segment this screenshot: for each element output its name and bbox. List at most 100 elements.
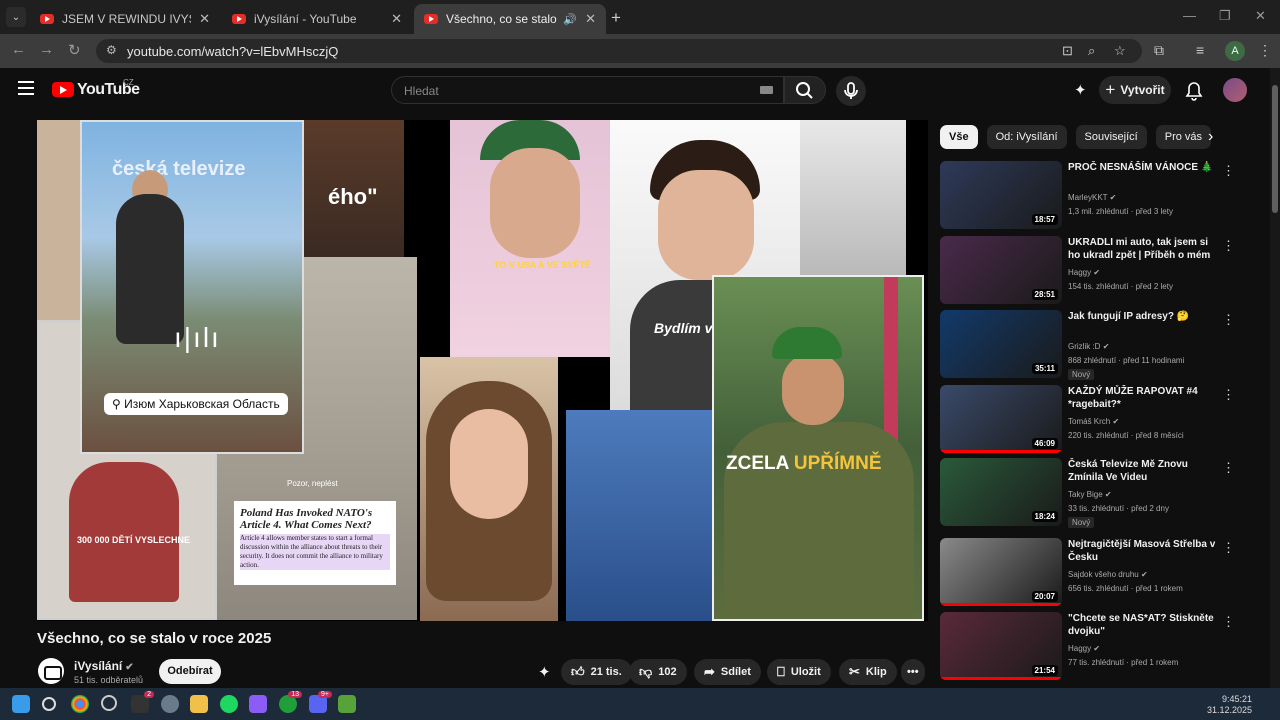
system-clock[interactable]: 9:45:21 31.12.2025 (1200, 694, 1252, 716)
tab-search-icon[interactable]: ⌄ (6, 7, 26, 27)
browser-tab-3-active[interactable]: Všechno, co se stalo v roce 🔊 ✕ (414, 4, 606, 34)
clip-button[interactable]: ✂ Klip (839, 659, 897, 685)
account-avatar[interactable] (1223, 78, 1247, 102)
recommendation-channel[interactable]: MarleyKKT ✔ (1068, 193, 1116, 202)
more-options-icon[interactable]: ⋮ (1222, 387, 1235, 403)
channel-name[interactable]: iVysílání ✔ (74, 659, 134, 673)
chip-for-you[interactable]: Pro vás (1155, 125, 1212, 149)
chip-related[interactable]: Související (1075, 125, 1147, 149)
address-bar[interactable]: ⚙ youtube.com/watch?v=lEbvMHsczjQ ⊡ ⌕ ☆ (96, 39, 1142, 63)
save-button[interactable]: ⎕ Uložit (767, 659, 831, 685)
scrollbar-thumb[interactable] (1272, 85, 1278, 213)
app-icon[interactable] (249, 695, 267, 713)
browser-tab-1[interactable]: JSEM V REWINDU IVYSÍLÁNÍ!!! - ✕ (30, 4, 220, 34)
search-icon[interactable] (42, 697, 56, 711)
video-thumbnail[interactable]: 28:51 (940, 236, 1062, 304)
close-window-icon[interactable]: ✕ (1255, 8, 1266, 24)
video-thumbnail[interactable]: 35:11 (940, 310, 1062, 378)
recommendation-channel[interactable]: Grizlik :D ✔ (1068, 342, 1109, 351)
more-options-icon[interactable]: ⋮ (1222, 163, 1235, 179)
close-tab-icon[interactable]: ✕ (391, 11, 402, 27)
discord-icon[interactable]: 9+ (309, 691, 332, 713)
video-player[interactable]: 300 000 DĚTÍ VYSLECHNE Pozor, neplést Po… (37, 120, 928, 621)
recommendation-item[interactable]: 28:51 UKRADLI mi auto, tak jsem si ho ukr… (940, 236, 1262, 304)
minecraft-icon[interactable] (338, 695, 356, 713)
media-control-icon[interactable]: ≡ (1196, 42, 1204, 58)
reload-icon[interactable]: ↻ (68, 41, 81, 59)
voice-search-button[interactable] (836, 76, 866, 106)
channel-avatar[interactable] (38, 658, 64, 684)
spotify-icon[interactable] (220, 695, 238, 713)
like-button[interactable]: 👍︎ 21 tis. (561, 659, 632, 685)
ai-sparkle-icon[interactable]: ✦ (1074, 81, 1087, 99)
verified-check-icon: ✔ (1093, 644, 1101, 653)
share-button[interactable]: ➦ Sdílet (694, 659, 761, 685)
xbox-icon[interactable]: 13 (279, 691, 302, 713)
create-button[interactable]: + Vytvořit (1099, 76, 1171, 104)
recommendation-channel[interactable]: Taky Bige ✔ (1068, 490, 1112, 499)
recommendation-item[interactable]: 21:54 "Chcete se NAS*AT? Stiskněte dvojku… (940, 612, 1262, 680)
steam-icon[interactable] (101, 695, 117, 711)
recommendation-title[interactable]: PROČ NESNÁŠÍM VÁNOCE 🎄 (1068, 161, 1216, 174)
install-app-icon[interactable]: ⊡ (1062, 43, 1073, 59)
more-options-icon[interactable]: ⋮ (1222, 238, 1235, 254)
ask-ai-icon[interactable]: ✦ (538, 663, 551, 681)
hamburger-menu-icon[interactable] (18, 81, 34, 95)
minimize-icon[interactable]: — (1183, 8, 1196, 23)
recommendation-channel[interactable]: Sajdok všeho druhu ✔ (1068, 570, 1148, 579)
file-explorer-icon[interactable] (190, 695, 208, 713)
video-thumbnail[interactable]: 18:57 (940, 161, 1062, 229)
youtube-logo-icon[interactable] (52, 82, 74, 97)
recommendation-channel[interactable]: Haggy ✔ (1068, 268, 1100, 277)
recommendation-channel[interactable]: Haggy ✔ (1068, 644, 1100, 653)
recommendation-title[interactable]: Jak fungují IP adresy? 🤔 (1068, 310, 1216, 323)
recommendation-title[interactable]: Česká Televize Mě Znovu Zmínila Ve Videu (1068, 458, 1216, 484)
recommendation-channel[interactable]: Tomáš Krch ✔ (1068, 417, 1119, 426)
windows-start-icon[interactable] (12, 695, 30, 713)
search-input[interactable]: Hledat (391, 76, 784, 104)
close-tab-icon[interactable]: ✕ (585, 11, 596, 27)
recommendation-item[interactable]: 35:11 Jak fungují IP adresy? 🤔 Grizlik :D … (940, 310, 1262, 380)
recommendation-item[interactable]: 46:09 KAŽDÝ MŮŽE RAPOVAT #4 *ragebait?* To… (940, 385, 1262, 453)
new-tab-button[interactable]: + (611, 8, 621, 28)
browser-tab-2[interactable]: iVysílání - YouTube ✕ (222, 4, 412, 34)
chrome-icon[interactable] (71, 695, 89, 713)
close-tab-icon[interactable]: ✕ (199, 11, 210, 27)
more-options-icon[interactable]: ⋮ (1222, 540, 1235, 556)
profile-avatar[interactable]: A (1225, 41, 1245, 61)
back-icon[interactable]: ← (11, 41, 26, 58)
dislike-button[interactable]: 👎︎ 102 (629, 659, 687, 685)
maximize-icon[interactable]: ❐ (1219, 8, 1231, 24)
recommendation-item[interactable]: 20:07 Nejtragičtější Masová Střelba v Čes… (940, 538, 1262, 606)
chip-all[interactable]: Vše (940, 125, 978, 149)
notifications-bell-icon[interactable] (1185, 81, 1203, 101)
search-button[interactable] (784, 76, 826, 104)
video-thumbnail[interactable]: 20:07 (940, 538, 1062, 606)
subscribe-button[interactable]: Odebírat (159, 659, 221, 684)
recommendation-item[interactable]: 18:24 Česká Televize Mě Znovu Zmínila Ve … (940, 458, 1262, 528)
recommendation-title[interactable]: KAŽDÝ MŮŽE RAPOVAT #4 *ragebait?* (1068, 385, 1216, 411)
menu-dots-icon[interactable]: ⋮ (1258, 42, 1272, 59)
settings-gear-icon[interactable] (161, 695, 179, 713)
extensions-icon[interactable]: ⧉ (1154, 42, 1164, 59)
site-info-icon[interactable]: ⚙ (106, 43, 117, 57)
recommendation-title[interactable]: Nejtragičtější Masová Střelba v Česku (1068, 538, 1216, 564)
chip-from-channel[interactable]: Od: iVysílání (986, 125, 1067, 149)
keyboard-icon[interactable] (760, 86, 773, 94)
zoom-icon[interactable]: ⌕ (1088, 43, 1095, 59)
more-options-icon[interactable]: ⋮ (1222, 312, 1235, 328)
video-thumbnail[interactable]: 18:24 (940, 458, 1062, 526)
recommendation-title[interactable]: "Chcete se NAS*AT? Stiskněte dvojku" (1068, 612, 1216, 638)
speaker-icon[interactable]: 🔊 (563, 13, 577, 26)
more-options-icon[interactable]: ⋮ (1222, 460, 1235, 476)
recommendation-item[interactable]: 18:57 PROČ NESNÁŠÍM VÁNOCE 🎄 MarleyKKT ✔ 1,… (940, 161, 1262, 229)
video-thumbnail[interactable]: 46:09 (940, 385, 1062, 453)
notification-app-icon[interactable]: 2 (131, 691, 154, 713)
chevron-right-icon[interactable]: › (1208, 128, 1213, 146)
bookmark-star-icon[interactable]: ☆ (1114, 43, 1126, 59)
recommendation-title[interactable]: UKRADLI mi auto, tak jsem si ho ukradl z… (1068, 236, 1216, 262)
forward-icon[interactable]: → (39, 41, 54, 58)
more-options-icon[interactable]: ⋮ (1222, 614, 1235, 630)
more-actions-button[interactable]: ••• (901, 659, 925, 685)
video-thumbnail[interactable]: 21:54 (940, 612, 1062, 680)
